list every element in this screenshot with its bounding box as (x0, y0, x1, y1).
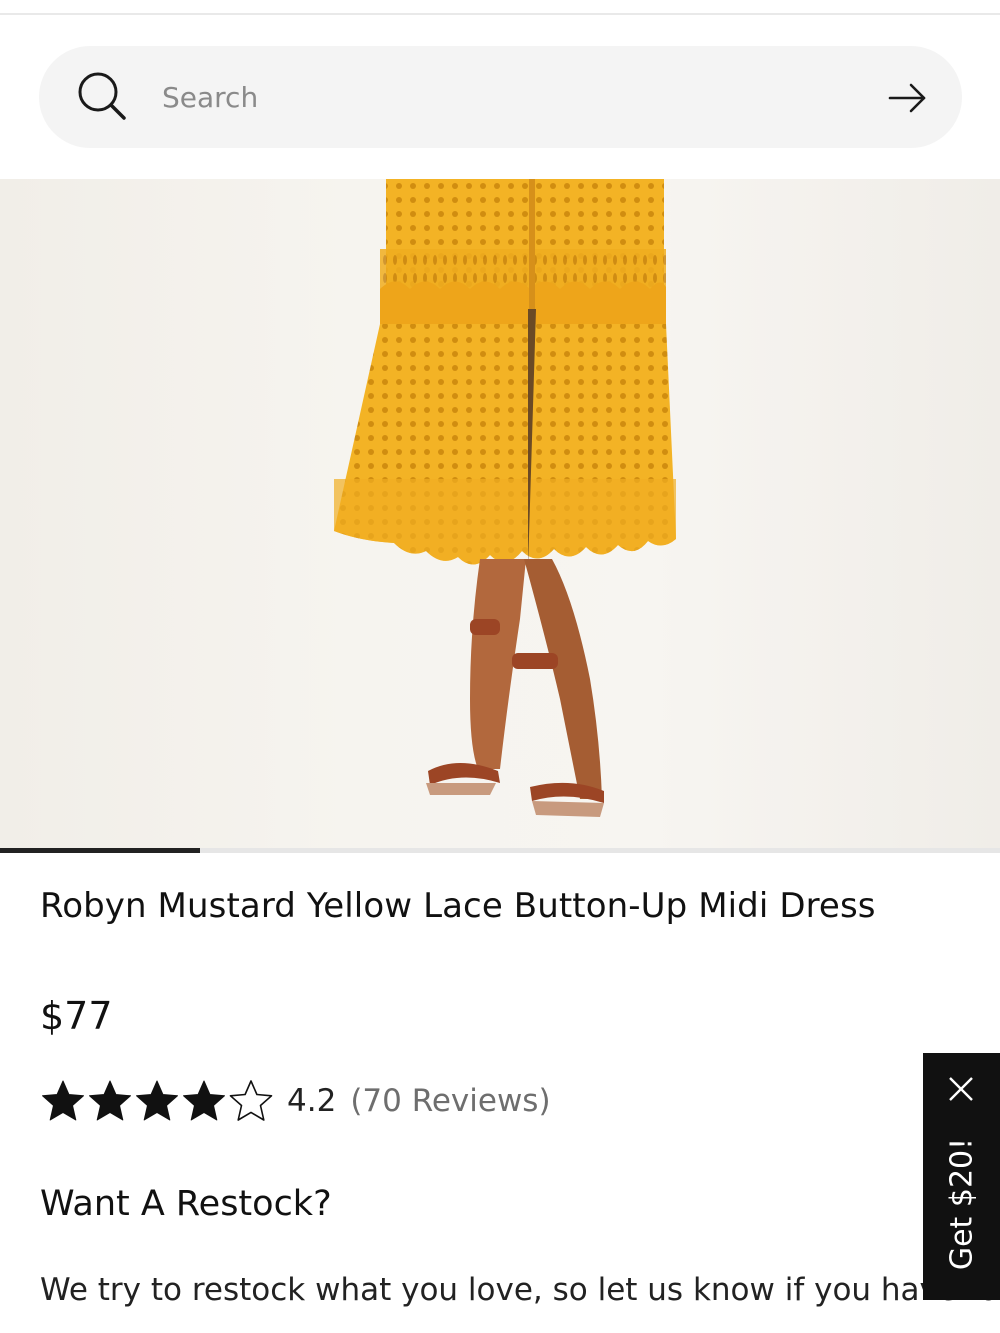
star-filled-icon (42, 1080, 84, 1121)
product-photo (334, 179, 676, 817)
star-rating (40, 1078, 275, 1124)
close-icon[interactable] (946, 1074, 976, 1104)
restock-heading: Want A Restock? (40, 1184, 332, 1224)
star-filled-icon (136, 1080, 178, 1121)
product-price: $77 (40, 994, 113, 1038)
arrow-right-icon[interactable] (886, 80, 930, 116)
promo-label[interactable]: Get $20! (945, 1138, 980, 1270)
carousel-progress (0, 848, 1000, 853)
reviews-link[interactable]: (70 Reviews) (350, 1083, 550, 1119)
carousel-progress-fill (0, 848, 200, 853)
star-outline-icon (229, 1080, 273, 1121)
product-title: Robyn Mustard Yellow Lace Button-Up Midi… (40, 886, 876, 926)
star-filled-icon (183, 1080, 225, 1121)
star-filled-icon (89, 1080, 131, 1121)
search-input[interactable] (160, 66, 844, 128)
product-image[interactable] (0, 179, 1000, 850)
header-divider (0, 13, 1000, 15)
product-page: Robyn Mustard Yellow Lace Button-Up Midi… (0, 0, 1000, 1333)
search-icon (78, 72, 126, 120)
rating-value: 4.2 (287, 1083, 337, 1119)
rating-row[interactable]: 4.2 (70 Reviews) (40, 1077, 551, 1125)
restock-text: We try to restock what you love, so let … (40, 1272, 1000, 1308)
